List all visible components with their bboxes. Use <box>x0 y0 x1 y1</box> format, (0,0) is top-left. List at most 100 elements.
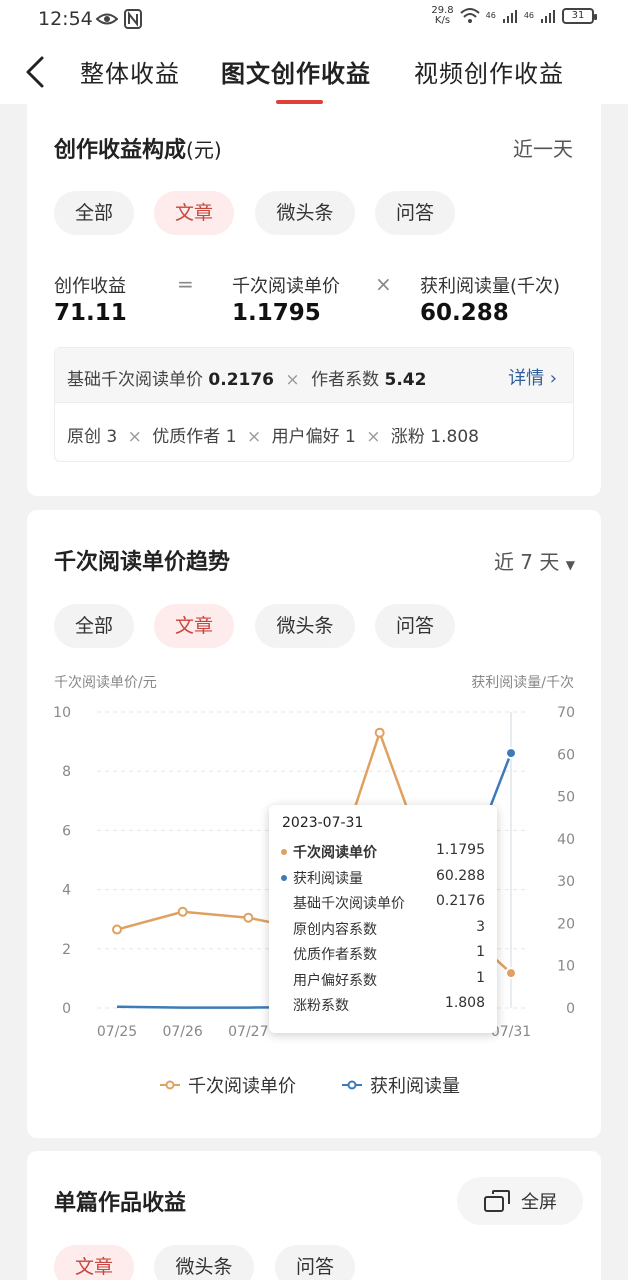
card-title: 千次阅读单价趋势 <box>54 550 231 575</box>
wifi-icon <box>459 8 480 23</box>
y-right-tick-label: 10 <box>557 959 575 975</box>
tooltip-row-label: 用户偏好系数 <box>293 972 377 989</box>
y-right-tick-label: 20 <box>557 916 575 932</box>
earnings-label: 创作收益 <box>54 276 126 297</box>
card-title: 创作收益构成(元) <box>54 138 222 163</box>
filter-all[interactable]: 全部 <box>54 191 134 235</box>
data-point <box>243 912 254 923</box>
y-right-tick-label: 60 <box>557 747 575 763</box>
nfc-icon <box>124 9 142 29</box>
earnings-value: 71.11 <box>54 300 127 326</box>
legend-marker-icon <box>342 1080 362 1090</box>
tooltip-row-value: 60.288 <box>436 867 485 884</box>
tooltip-row-value: 0.2176 <box>436 893 485 909</box>
filter-micro-post[interactable]: 微头条 <box>154 1245 254 1280</box>
equals-sign: = <box>177 272 194 296</box>
x-tick-label: 07/25 <box>97 1024 137 1040</box>
top-nav: 整体收益 图文创作收益 视频创作收益 <box>0 40 628 104</box>
filter-all[interactable]: 全部 <box>54 604 134 648</box>
y-left-tick-label: 6 <box>62 823 71 839</box>
signal-label-2: 46 <box>523 11 534 20</box>
tooltip-row: 涨粉系数 1.808 <box>281 995 485 1015</box>
tooltip-row-label: 涨粉系数 <box>293 998 349 1014</box>
tooltip-row-label: 基础千次阅读单价 <box>293 896 405 912</box>
coefficient-detail-box: 基础千次阅读单价 0.2176 × 作者系数 5.42 详情 › 原创 3 × … <box>54 347 574 462</box>
left-axis-title: 千次阅读单价/元 <box>54 675 157 691</box>
signal-icon <box>541 10 555 23</box>
tab-overall-earnings[interactable]: 整体收益 <box>80 54 180 89</box>
tooltip-date: 2023-07-31 <box>282 815 364 831</box>
signal-label-1: 46 <box>485 11 496 20</box>
y-right-tick-label: 50 <box>557 790 575 806</box>
status-bar: 12:54 29.8 K/s 46 46 31 <box>0 0 628 40</box>
tooltip-row-value: 1.808 <box>444 995 485 1011</box>
y-left-tick-label: 8 <box>62 764 71 780</box>
times-sign: × <box>375 272 392 296</box>
eye-icon <box>96 13 118 25</box>
signal-icon <box>502 10 517 23</box>
status-time: 12:54 <box>38 8 93 30</box>
filter-qa[interactable]: 问答 <box>275 1245 355 1280</box>
tooltip-row: 基础千次阅读单价 0.2176 <box>281 893 485 913</box>
range-selector[interactable]: 近一天 <box>513 133 573 162</box>
x-tick-label: 07/27 <box>228 1024 268 1040</box>
series-dot-icon <box>281 874 287 881</box>
tooltip-row-label: 千次阅读单价 <box>293 845 377 861</box>
tooltip-row-value: 1.1795 <box>436 842 485 858</box>
legend-item-price[interactable]: 千次阅读单价 <box>160 1072 296 1098</box>
filter-article[interactable]: 文章 <box>54 1245 134 1280</box>
legend-item-reads[interactable]: 获利阅读量 <box>342 1072 460 1098</box>
fullscreen-button[interactable]: 全屏 <box>457 1177 583 1225</box>
price-value: 1.1795 <box>232 300 321 326</box>
data-point <box>177 906 188 917</box>
tooltip-row: 获利阅读量 60.288 <box>281 868 485 888</box>
filter-qa[interactable]: 问答 <box>375 604 455 648</box>
y-right-tick-label: 40 <box>557 832 575 848</box>
coefficient-breakdown: 原创 3 × 优质作者 1 × 用户偏好 1 × 涨粉 1.808 <box>67 427 479 447</box>
y-left-tick-label: 2 <box>62 942 71 958</box>
tooltip-row: 优质作者系数 1 <box>281 944 485 964</box>
right-axis-title: 获利阅读量/千次 <box>471 675 574 691</box>
tooltip-row-value: 1 <box>476 969 485 986</box>
tooltip-row: 用户偏好系数 1 <box>281 970 485 990</box>
tooltip-row: 原创内容系数 3 <box>281 919 485 939</box>
reads-value: 60.288 <box>420 300 509 326</box>
back-arrow-icon[interactable] <box>22 54 52 90</box>
filter-article[interactable]: 文章 <box>154 604 234 648</box>
per-work-earnings-card: 单篇作品收益 全屏 文章 微头条 问答 <box>27 1151 601 1280</box>
tab-article-earnings[interactable]: 图文创作收益 <box>221 54 371 89</box>
details-link[interactable]: 详情 › <box>508 364 557 390</box>
tooltip-row-value: 1 <box>476 944 485 960</box>
filter-qa[interactable]: 问答 <box>375 191 455 235</box>
price-trend-card: 千次阅读单价趋势 近 7 天 ▼ 全部 文章 微头条 问答 千次阅读单价/元 获… <box>27 510 601 1138</box>
series-dot-icon <box>281 849 287 855</box>
tooltip-row-label: 获利阅读量 <box>293 870 363 887</box>
net-speed: 29.8 K/s <box>431 5 454 26</box>
earnings-composition-card: 创作收益构成(元) 近一天 全部 文章 微头条 问答 创作收益 71.11 = … <box>27 104 601 496</box>
y-right-tick-label: 30 <box>557 874 575 890</box>
reads-label: 获利阅读量(千次) <box>420 276 561 297</box>
tooltip-row-label: 原创内容系数 <box>293 921 377 938</box>
rotate-screen-icon <box>484 1190 510 1212</box>
tooltip-row-label: 优质作者系数 <box>293 947 377 963</box>
tooltip-row-value: 3 <box>476 918 485 935</box>
tab-video-earnings[interactable]: 视频创作收益 <box>414 54 564 89</box>
data-point <box>112 924 122 935</box>
battery-icon: 31 <box>562 8 597 24</box>
y-left-tick-label: 4 <box>62 883 71 899</box>
filter-article[interactable]: 文章 <box>154 191 234 235</box>
filter-micro-post[interactable]: 微头条 <box>255 604 355 648</box>
filter-micro-post[interactable]: 微头条 <box>255 191 355 235</box>
y-left-tick-label: 10 <box>53 705 71 721</box>
chart-tooltip: 2023-07-31 千次阅读单价 1.1795 获利阅读量 60.288 基础千次阅读… <box>269 805 497 1033</box>
tooltip-row: 千次阅读单价 1.1795 <box>281 842 485 862</box>
data-point <box>374 727 385 738</box>
x-tick-label: 07/26 <box>162 1024 202 1040</box>
card-title: 单篇作品收益 <box>54 1191 187 1216</box>
y-left-tick-label: 0 <box>62 1001 71 1017</box>
range-selector[interactable]: 近 7 天 ▼ <box>494 546 575 575</box>
base-price-text: 基础千次阅读单价 0.2176 × 作者系数 5.42 <box>67 370 427 390</box>
y-right-tick-label: 0 <box>566 1001 575 1017</box>
data-point <box>505 967 517 980</box>
price-label: 千次阅读单价 <box>232 276 340 297</box>
